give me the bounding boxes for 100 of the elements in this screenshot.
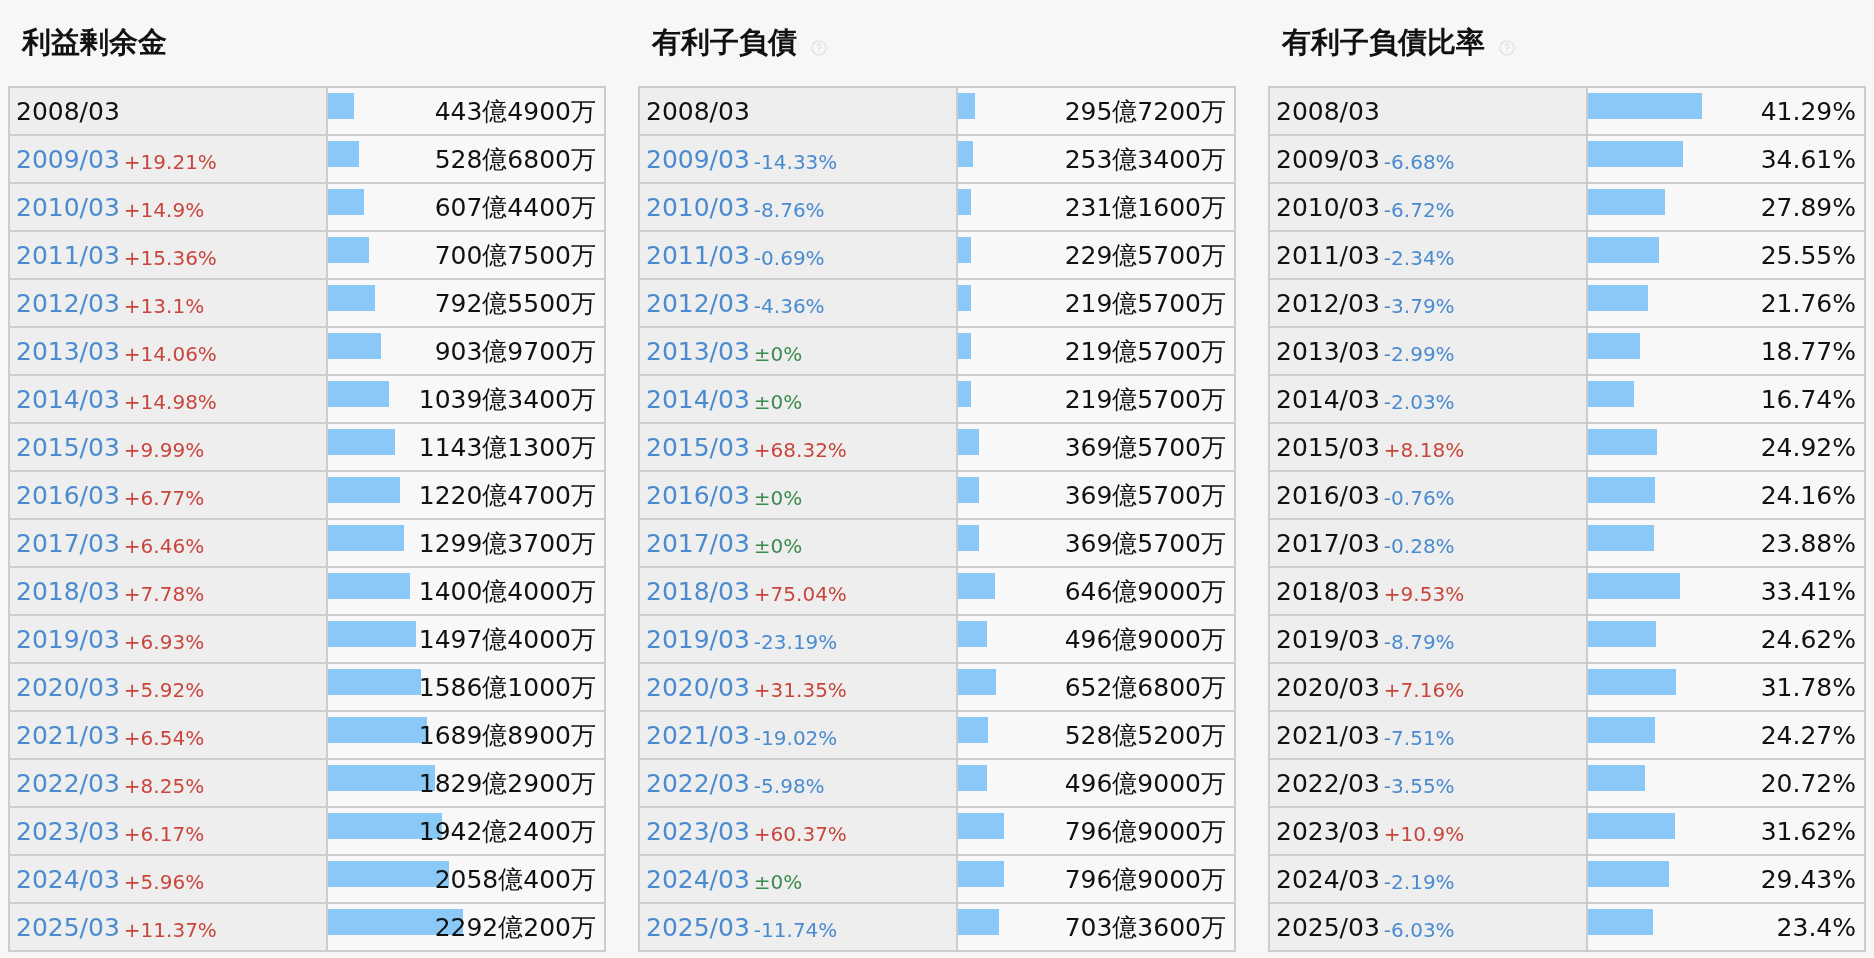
period-link[interactable]: 2010/03 (646, 192, 750, 222)
change-percent: +7.78% (123, 582, 205, 606)
period-label: 2015/03 (1276, 432, 1380, 462)
value-text: 903億9700万 (434, 335, 596, 368)
period-label: 2020/03 (1276, 672, 1380, 702)
period-link[interactable]: 2022/03 (646, 768, 750, 798)
value-text: 33.41% (1760, 576, 1856, 606)
change-percent: -6.03% (1383, 918, 1455, 942)
period-link[interactable]: 2016/03 (646, 480, 750, 510)
period-label: 2021/03 (1276, 720, 1380, 750)
period-link[interactable]: 2015/03 (646, 432, 750, 462)
change-percent: +60.37% (753, 822, 847, 846)
period-link[interactable]: 2014/03 (16, 384, 120, 414)
value-text: 607億4400万 (434, 191, 596, 224)
period-label: 2018/03 (1276, 576, 1380, 606)
value-text: 34.61% (1760, 144, 1856, 174)
period-link[interactable]: 2013/03 (16, 336, 120, 366)
change-percent: ±0% (753, 486, 803, 510)
change-percent: +6.77% (123, 486, 205, 510)
period-link[interactable]: 2013/03 (646, 336, 750, 366)
period-link[interactable]: 2010/03 (16, 192, 120, 222)
period-label: 2019/03 (1276, 624, 1380, 654)
value-text: 703億3600万 (1064, 911, 1226, 944)
period-link[interactable]: 2024/03 (16, 864, 120, 894)
period-link[interactable]: 2014/03 (646, 384, 750, 414)
value-text: 16.74% (1760, 384, 1856, 414)
period-label: 2024/03 (1276, 864, 1380, 894)
change-percent: -4.36% (753, 294, 825, 318)
value-text: 219億5700万 (1064, 383, 1226, 416)
period-label: 2008/03 (1276, 96, 1380, 126)
period-link[interactable]: 2020/03 (646, 672, 750, 702)
value-text: 24.16% (1760, 480, 1856, 510)
change-percent: +13.1% (123, 294, 205, 318)
change-percent: -2.34% (1383, 246, 1455, 270)
change-percent: -2.19% (1383, 870, 1455, 894)
value-text: 295億7200万 (1064, 95, 1226, 128)
period-link[interactable]: 2018/03 (646, 576, 750, 606)
change-percent: +31.35% (753, 678, 847, 702)
value-text: 792億5500万 (434, 287, 596, 320)
value-text: 652億6800万 (1064, 671, 1226, 704)
help-icon[interactable] (811, 40, 827, 56)
period-link[interactable]: 2015/03 (16, 432, 120, 462)
change-percent: +11.37% (123, 918, 217, 942)
value-text: 1689億8900万 (418, 719, 596, 752)
change-percent: +75.04% (753, 582, 847, 606)
period-link[interactable]: 2024/03 (646, 864, 750, 894)
change-percent: +6.93% (123, 630, 205, 654)
period-link[interactable]: 2019/03 (16, 624, 120, 654)
value-text: 23.4% (1776, 912, 1856, 942)
value-text: 219億5700万 (1064, 287, 1226, 320)
period-link[interactable]: 2017/03 (646, 528, 750, 558)
period-link[interactable]: 2018/03 (16, 576, 120, 606)
value-text: 231億1600万 (1064, 191, 1226, 224)
value-text: 1299億3700万 (418, 527, 596, 560)
value-text: 496億9000万 (1064, 623, 1226, 656)
period-link[interactable]: 2022/03 (16, 768, 120, 798)
period-link[interactable]: 2025/03 (646, 912, 750, 942)
change-percent: -2.99% (1383, 342, 1455, 366)
value-text: 18.77% (1760, 336, 1856, 366)
value-text: 21.76% (1760, 288, 1856, 318)
value-text: 528億5200万 (1064, 719, 1226, 752)
period-link[interactable]: 2023/03 (646, 816, 750, 846)
value-text: 219億5700万 (1064, 335, 1226, 368)
change-percent: +15.36% (123, 246, 217, 270)
period-link[interactable]: 2012/03 (646, 288, 750, 318)
change-percent: +6.54% (123, 726, 205, 750)
period-link[interactable]: 2012/03 (16, 288, 120, 318)
section-title: 有利子負債 (652, 24, 797, 61)
period-link[interactable]: 2019/03 (646, 624, 750, 654)
change-percent: +8.25% (123, 774, 205, 798)
value-text: 29.43% (1760, 864, 1856, 894)
period-link[interactable]: 2016/03 (16, 480, 120, 510)
period-link[interactable]: 2009/03 (16, 144, 120, 174)
value-text: 24.27% (1760, 720, 1856, 750)
period-link[interactable]: 2025/03 (16, 912, 120, 942)
value-text: 796億9000万 (1064, 863, 1226, 896)
period-link[interactable]: 2021/03 (16, 720, 120, 750)
change-percent: +14.9% (123, 198, 205, 222)
change-percent: -7.51% (1383, 726, 1455, 750)
period-label: 2017/03 (1276, 528, 1380, 558)
value-text: 1143億1300万 (418, 431, 596, 464)
change-percent: +14.06% (123, 342, 217, 366)
value-text: 369億5700万 (1064, 527, 1226, 560)
period-link[interactable]: 2017/03 (16, 528, 120, 558)
change-percent: -6.72% (1383, 198, 1455, 222)
change-percent: ±0% (753, 390, 803, 414)
help-icon[interactable] (1499, 40, 1515, 56)
period-link[interactable]: 2011/03 (16, 240, 120, 270)
value-text: 796億9000万 (1064, 815, 1226, 848)
change-percent: -23.19% (753, 630, 838, 654)
value-text: 1220億4700万 (418, 479, 596, 512)
change-percent: -0.28% (1383, 534, 1455, 558)
period-link[interactable]: 2020/03 (16, 672, 120, 702)
period-link[interactable]: 2021/03 (646, 720, 750, 750)
period-link[interactable]: 2011/03 (646, 240, 750, 270)
change-percent: +5.96% (123, 870, 205, 894)
change-percent: +6.46% (123, 534, 205, 558)
value-text: 229億5700万 (1064, 239, 1226, 272)
period-link[interactable]: 2009/03 (646, 144, 750, 174)
period-link[interactable]: 2023/03 (16, 816, 120, 846)
